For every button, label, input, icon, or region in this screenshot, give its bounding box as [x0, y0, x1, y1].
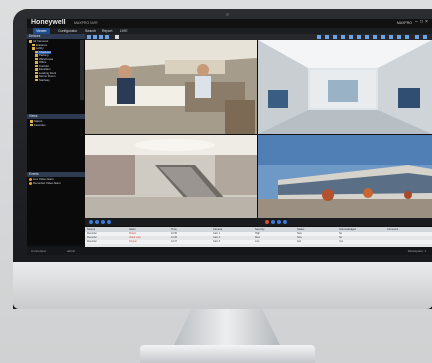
camera-icon — [35, 61, 38, 64]
export-button[interactable] — [277, 220, 281, 224]
export-icon[interactable] — [349, 35, 353, 39]
alarm-icon — [29, 178, 32, 181]
camera-icon — [35, 54, 38, 57]
camera-checkout[interactable] — [85, 40, 257, 134]
salvo-icon[interactable] — [397, 35, 401, 39]
status-user: admin — [67, 249, 76, 253]
status-workspace: Workspace: 1 — [407, 249, 426, 253]
camera-escalator[interactable] — [85, 135, 257, 218]
record-button[interactable] — [265, 220, 269, 224]
tree-item[interactable]: Stairway — [35, 78, 50, 83]
event-item[interactable]: Recorded Video Alarm — [29, 181, 61, 186]
play-button[interactable] — [95, 220, 99, 224]
bookmark-button[interactable] — [283, 220, 287, 224]
snapshot-icon[interactable] — [115, 35, 119, 39]
title-bar: Honeywell MAXPRO NVR MAXPRO – □ × — [27, 19, 432, 28]
bookmark-icon[interactable] — [365, 35, 369, 39]
status-bar: Connected admin Workspace: 1 — [27, 247, 432, 255]
folder-icon — [32, 43, 35, 47]
cell: Low — [255, 240, 260, 243]
cell: Ack — [297, 240, 301, 243]
lobby-video — [258, 40, 432, 134]
rewind-button[interactable] — [89, 220, 93, 224]
cell: 12:47 — [171, 240, 177, 243]
close-button[interactable]: × — [425, 20, 430, 25]
folder-icon — [30, 123, 33, 127]
alarm-icon — [29, 182, 32, 185]
camera-lobby[interactable] — [258, 40, 432, 134]
ptz-icon[interactable] — [333, 35, 337, 39]
checkout-video — [85, 40, 257, 134]
layout-16-icon[interactable] — [105, 35, 109, 39]
view-item[interactable]: Favorites — [30, 123, 46, 128]
audio-icon[interactable] — [341, 35, 345, 39]
building-video — [258, 135, 432, 218]
brand-label: MAXPRO — [396, 21, 412, 25]
app-name: MAXPRO NVR — [74, 21, 98, 25]
table-row[interactable]: Recorder Tamper 12:47 Cam 3 Low Ack Yes — [85, 240, 432, 244]
more-icon[interactable] — [423, 35, 427, 39]
folder-icon — [32, 47, 35, 50]
cell: Yes — [339, 240, 343, 243]
playback-controls — [85, 218, 432, 226]
print-icon[interactable] — [357, 35, 361, 39]
camera-icon — [35, 78, 38, 82]
app-logo: Honeywell — [31, 19, 66, 26]
monitor-base — [140, 345, 315, 363]
camera-icon — [35, 57, 38, 61]
camera-icon — [35, 75, 38, 78]
sidebar: Devices All Cameras Entrance Lobby Check… — [27, 34, 85, 245]
alarm-panel: Source Alarm Time Camera Severity Status… — [85, 227, 432, 247]
help-icon[interactable] — [405, 35, 409, 39]
layout-9-icon[interactable] — [99, 35, 103, 39]
monitor-chin — [13, 262, 432, 309]
tree-scrollbar[interactable] — [80, 40, 84, 100]
settings-icon[interactable] — [381, 35, 385, 39]
layout-4-icon[interactable] — [93, 35, 97, 39]
alarm-icon[interactable] — [389, 35, 393, 39]
record-icon[interactable] — [317, 35, 321, 39]
refresh-icon[interactable] — [415, 35, 419, 39]
zoom-icon[interactable] — [325, 35, 329, 39]
folder-icon — [29, 40, 32, 43]
cell: Recorder — [87, 240, 97, 243]
cell: Tamper — [129, 240, 137, 243]
camera-building[interactable] — [258, 135, 432, 218]
snapshot-button[interactable] — [271, 220, 275, 224]
screen: Honeywell MAXPRO NVR MAXPRO – □ × Viewer… — [27, 19, 432, 255]
status-connection: Connected — [31, 249, 46, 253]
layout-1-icon[interactable] — [87, 35, 91, 39]
cell: Cam 3 — [213, 240, 221, 243]
pause-button[interactable] — [101, 220, 105, 224]
camera-icon — [35, 71, 38, 75]
fullscreen-icon[interactable] — [373, 35, 377, 39]
camera-icon — [35, 50, 38, 54]
camera-icon — [35, 68, 38, 71]
forward-button[interactable] — [107, 220, 111, 224]
webcam — [226, 13, 229, 16]
escalator-video — [85, 135, 257, 218]
camera-icon — [35, 64, 38, 68]
folder-icon — [30, 120, 33, 123]
